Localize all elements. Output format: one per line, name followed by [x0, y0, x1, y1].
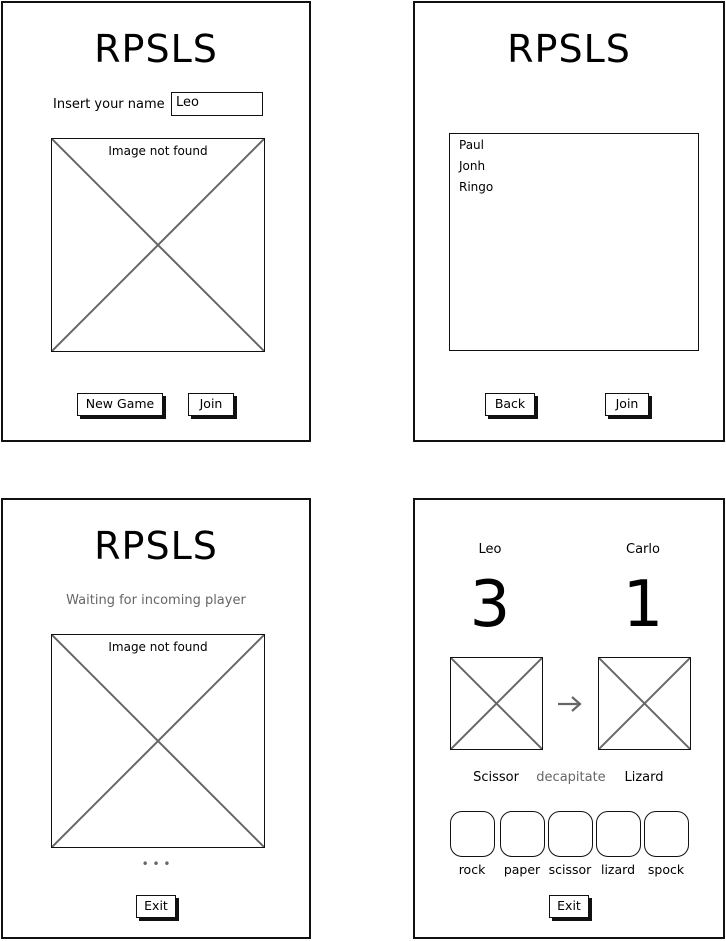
player1-name: Leo	[478, 542, 502, 557]
new-game-button[interactable]: New Game	[77, 393, 163, 416]
choice-spock-button[interactable]	[644, 811, 689, 857]
screen-login: RPSLS Insert your name Leo Image not fou…	[1, 1, 311, 442]
choice-label: spock	[647, 862, 685, 877]
exit-button[interactable]: Exit	[136, 895, 176, 918]
list-item[interactable]: Paul	[450, 138, 698, 159]
list-item[interactable]: Ringo	[450, 180, 698, 201]
player-list[interactable]: Paul Jonh Ringo	[449, 133, 699, 351]
loading-indicator: • • •	[141, 857, 171, 871]
image-placeholder-cross-icon	[52, 139, 264, 351]
screen-join: RPSLS Paul Jonh Ringo Back Join	[413, 1, 725, 442]
back-button[interactable]: Back	[485, 393, 535, 416]
name-input[interactable]: Leo	[171, 92, 263, 116]
name-label: Insert your name	[53, 97, 165, 112]
player1-move: Scissor	[473, 770, 519, 785]
join-button[interactable]: Join	[605, 393, 649, 416]
image-placeholder-cross-icon	[451, 658, 542, 749]
result-verb: decapitate	[536, 770, 606, 785]
choice-lizard-button[interactable]	[596, 811, 641, 857]
choice-rock-button[interactable]	[450, 811, 495, 857]
join-button[interactable]: Join	[188, 393, 234, 416]
player2-move: Lizard	[624, 770, 664, 785]
exit-button[interactable]: Exit	[549, 895, 589, 918]
image-placeholder-cross-icon	[599, 658, 690, 749]
image-caption: Image not found	[108, 640, 208, 654]
image-placeholder: Image not found	[51, 634, 265, 848]
waiting-status: Waiting for incoming player	[66, 593, 246, 608]
player2-move-image	[598, 657, 691, 750]
arrow-right-icon	[558, 696, 582, 712]
list-item[interactable]: Jonh	[450, 159, 698, 180]
player2-name: Carlo	[626, 542, 660, 557]
choice-paper-button[interactable]	[500, 811, 545, 857]
image-placeholder: Image not found	[51, 138, 265, 352]
image-caption: Image not found	[108, 144, 208, 158]
screen-waiting: RPSLS Waiting for incoming player Image …	[1, 498, 311, 939]
player1-move-image	[450, 657, 543, 750]
app-title: RPSLS	[94, 524, 218, 568]
choice-scissor-button[interactable]	[548, 811, 593, 857]
player1-score: 3	[469, 568, 511, 642]
image-placeholder-cross-icon	[52, 635, 264, 847]
app-title: RPSLS	[507, 27, 631, 71]
player2-score: 1	[622, 568, 664, 642]
app-title: RPSLS	[94, 27, 218, 71]
screen-game: Leo Carlo 3 1 Scissor decapitate Lizard …	[413, 498, 725, 939]
